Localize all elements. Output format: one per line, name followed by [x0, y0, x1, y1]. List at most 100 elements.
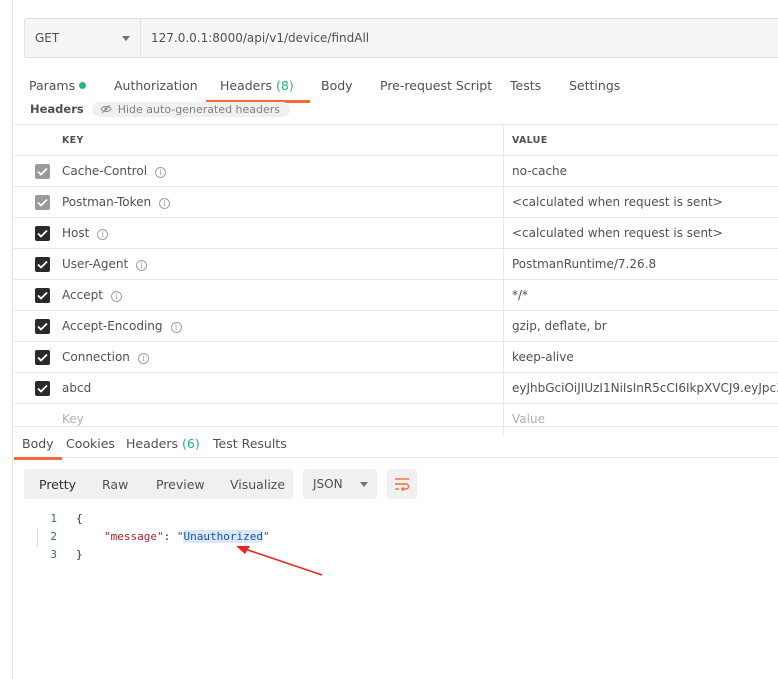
tab-settings-label: Settings — [569, 78, 621, 93]
column-divider — [503, 156, 504, 187]
tab-pre-request-script[interactable]: Pre-request Script — [380, 77, 492, 95]
eye-off-icon — [100, 104, 112, 114]
format-preview-button[interactable]: Preview — [156, 477, 205, 492]
header-value-cell[interactable]: PostmanRuntime/7.26.8 — [512, 249, 778, 280]
checkbox-box — [34, 225, 50, 241]
row-checkbox[interactable] — [28, 311, 56, 342]
line-number: 3 — [50, 548, 57, 561]
hide-auto-headers-label: Hide auto-generated headers — [117, 102, 281, 116]
json-separator: : — [163, 530, 177, 543]
checkbox-box — [34, 318, 50, 334]
table-header-row: KEY VALUE — [14, 125, 778, 156]
header-value-cell[interactable]: eyJhbGciOiJIUzI1NiIsInR5cCI6IkpXVCJ9.eyJ… — [512, 373, 778, 404]
checkbox-box — [34, 163, 50, 179]
table-row: Accept-Encoding i gzip, deflate, br — [14, 311, 778, 342]
header-key-text: Host — [62, 226, 90, 240]
format-visualize-button[interactable]: Visualize — [230, 477, 285, 492]
format-pretty-button[interactable]: Pretty — [39, 477, 76, 492]
table-row: Accept i */* — [14, 280, 778, 311]
tab-headers-count: (8) — [276, 78, 294, 93]
hide-auto-headers-toggle[interactable]: Hide auto-generated headers — [91, 101, 291, 117]
header-key-text: Accept — [62, 288, 103, 302]
format-button-group: Pretty Raw Preview Visualize — [24, 469, 293, 499]
line-number: 1 — [50, 512, 57, 525]
response-tab-cookies[interactable]: Cookies — [66, 436, 115, 451]
wrap-lines-button[interactable] — [387, 469, 417, 499]
header-value-cell[interactable]: <calculated when request is sent> — [512, 218, 778, 249]
row-checkbox[interactable] — [28, 218, 56, 249]
tab-params[interactable]: Params — [29, 77, 87, 95]
checkbox-box — [34, 194, 50, 210]
chevron-down-icon — [360, 482, 368, 487]
params-indicator-dot — [79, 82, 87, 89]
header-value-cell[interactable]: keep-alive — [512, 342, 778, 373]
info-icon[interactable]: i — [97, 229, 109, 240]
indent-guide — [37, 528, 38, 546]
response-tab-headers[interactable]: Headers (6) — [126, 436, 200, 451]
header-value-cell[interactable]: */* — [512, 280, 778, 311]
chevron-down-icon — [122, 35, 130, 41]
row-checkbox[interactable] — [28, 342, 56, 373]
header-key-cell[interactable]: Connection i — [62, 342, 502, 373]
language-select[interactable]: JSON — [303, 469, 377, 499]
header-key-text: abcd — [62, 381, 92, 395]
tab-params-label: Params — [29, 78, 76, 93]
method-select[interactable]: GET — [25, 19, 141, 57]
row-checkbox[interactable] — [28, 373, 56, 404]
header-key-cell[interactable]: Cache-Control i — [62, 156, 502, 187]
table-row: User-Agent i PostmanRuntime/7.26.8 — [14, 249, 778, 280]
info-icon[interactable]: i — [159, 198, 171, 209]
header-value-cell[interactable]: <calculated when request is sent> — [512, 187, 778, 218]
header-value-cell[interactable]: no-cache — [512, 156, 778, 187]
tab-tests[interactable]: Tests — [510, 77, 541, 95]
header-key-cell[interactable]: Accept-Encoding i — [62, 311, 502, 342]
annotation-arrow-icon — [236, 546, 323, 576]
response-tab-cookies-label: Cookies — [66, 436, 115, 451]
tab-tests-label: Tests — [510, 78, 542, 93]
format-raw-button[interactable]: Raw — [102, 477, 128, 492]
info-icon[interactable]: i — [155, 167, 167, 178]
column-divider — [503, 311, 504, 342]
tab-authorization[interactable]: Authorization — [114, 77, 198, 95]
check-icon — [36, 260, 48, 269]
row-checkbox[interactable] — [28, 156, 56, 187]
method-label: GET — [35, 31, 60, 45]
header-value-cell[interactable]: gzip, deflate, br — [512, 311, 778, 342]
response-tabs: Body Cookies Headers (6) Test Results — [14, 426, 778, 460]
check-icon — [36, 198, 48, 207]
column-divider — [503, 187, 504, 218]
header-key-cell[interactable]: User-Agent i — [62, 249, 502, 280]
row-checkbox[interactable] — [28, 249, 56, 280]
response-tab-test-results[interactable]: Test Results — [213, 436, 287, 451]
tab-settings[interactable]: Settings — [569, 77, 620, 95]
table-row: Postman-Token i <calculated when request … — [14, 187, 778, 218]
response-tab-body[interactable]: Body — [14, 436, 62, 460]
header-key-cell[interactable]: Accept i — [62, 280, 502, 311]
column-header-value: VALUE — [512, 135, 548, 146]
info-icon[interactable]: i — [136, 260, 148, 271]
column-divider — [503, 373, 504, 404]
tab-authorization-label: Authorization — [114, 78, 198, 93]
language-label: JSON — [313, 477, 343, 491]
checkbox-box — [34, 349, 50, 365]
info-icon[interactable]: i — [170, 322, 182, 333]
info-icon[interactable]: i — [137, 353, 149, 364]
header-key-cell[interactable]: Postman-Token i — [62, 187, 502, 218]
info-icon[interactable]: i — [110, 291, 122, 302]
header-key-text: User-Agent — [62, 257, 129, 271]
header-key-cell[interactable]: abcd — [62, 373, 502, 404]
table-row: abcd eyJhbGciOiJIUzI1NiIsInR5cCI6IkpXVCJ… — [14, 373, 778, 404]
row-checkbox[interactable] — [28, 187, 56, 218]
row-checkbox[interactable] — [28, 280, 56, 311]
tab-pre-request-script-label: Pre-request Script — [380, 78, 493, 93]
tab-body[interactable]: Body — [321, 77, 353, 95]
line-number: 2 — [50, 530, 57, 543]
url-input[interactable]: 127.0.0.1:8000/api/v1/device/findAll — [141, 19, 369, 57]
tab-headers[interactable]: Headers (8) — [206, 77, 310, 103]
tab-headers-label: Headers — [220, 78, 273, 93]
response-tab-test-results-label: Test Results — [213, 436, 287, 451]
header-key-cell[interactable]: Host i — [62, 218, 502, 249]
header-key-text: Accept-Encoding — [62, 319, 163, 333]
table-row: Connection i keep-alive — [14, 342, 778, 373]
column-divider — [503, 249, 504, 280]
